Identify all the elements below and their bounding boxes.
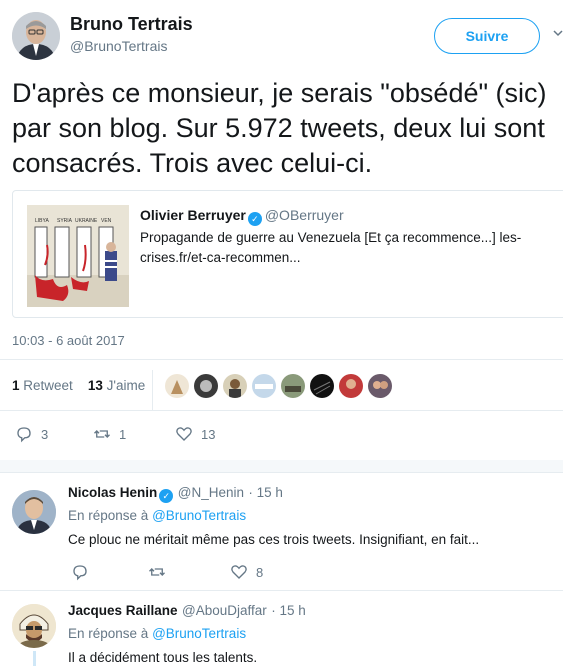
verified-icon: ✓: [159, 489, 174, 503]
reply-context-prefix: En réponse à: [68, 508, 149, 523]
chevron-down-icon[interactable]: [553, 26, 563, 40]
quoted-author[interactable]: Olivier Berruyer ✓ @OBerruyer: [140, 207, 344, 226]
tweet-stats: 1 Retweet 13 J'aime: [12, 378, 145, 393]
like-button[interactable]: 13: [175, 425, 215, 443]
reply-header: Jacques Raillane @AbouDjaffar · 15 h: [68, 602, 306, 620]
reply-text: Il a décidément tous les talents.: [68, 650, 258, 665]
image-label-ukraine: UKRAINE: [75, 218, 98, 224]
heart-icon: [231, 565, 247, 579]
quoted-tweet-card[interactable]: LIBYA SYRIA UKRAINE VEN Olivier Berruyer…: [12, 190, 563, 318]
liker-avatar[interactable]: [368, 374, 392, 398]
liker-avatar[interactable]: [223, 374, 247, 398]
liker-avatar[interactable]: [339, 374, 363, 398]
stats-separator: [152, 370, 153, 410]
reply-context-prefix: En réponse à: [68, 626, 149, 641]
follow-button[interactable]: Suivre: [434, 18, 540, 54]
retweet-count: 1: [119, 426, 127, 442]
heart-icon: [176, 427, 192, 441]
liker-avatar[interactable]: [165, 374, 189, 398]
tweet-timestamp[interactable]: 10:03 - 6 août 2017: [12, 333, 125, 348]
reply-context: En réponse à @BrunoTertrais: [68, 626, 246, 641]
reply-icon: [73, 565, 87, 581]
reply-header: Nicolas Henin ✓ @N_Henin · 15 h: [68, 484, 283, 503]
divider: [0, 472, 563, 473]
liker-avatar[interactable]: [194, 374, 218, 398]
image-label-libya: LIBYA: [35, 218, 49, 224]
like-stat[interactable]: 13 J'aime: [88, 378, 145, 393]
author-avatar[interactable]: [12, 12, 60, 60]
reply-like-button[interactable]: 8: [230, 563, 263, 581]
reply-time[interactable]: · 15 h: [248, 485, 283, 500]
reply-context-user[interactable]: @BrunoTertrais: [152, 508, 246, 523]
liker-avatar[interactable]: [252, 374, 276, 398]
retweet-stat-label: Retweet: [23, 378, 73, 393]
retweet-icon: [149, 568, 165, 576]
reply-author-handle[interactable]: @AbouDjaffar: [182, 603, 267, 618]
reply-context: En réponse à @BrunoTertrais: [68, 508, 246, 523]
reply-avatar[interactable]: [12, 604, 56, 648]
reply-count: 3: [41, 426, 49, 442]
retweet-stat[interactable]: 1 Retweet: [12, 378, 73, 393]
retweet-icon: [94, 430, 110, 438]
reply-author-name[interactable]: Nicolas Henin: [68, 485, 157, 500]
reply-retweet-button[interactable]: [148, 563, 166, 581]
tweet-text: D'après ce monsieur, je serais "obsédé" …: [12, 78, 547, 178]
reply-time[interactable]: · 15 h: [271, 603, 306, 618]
quoted-tweet-image[interactable]: LIBYA SYRIA UKRAINE VEN: [27, 205, 129, 307]
reply-button[interactable]: 3: [15, 425, 48, 443]
reply-icon: [17, 427, 31, 443]
reply-author-handle[interactable]: @N_Henin: [178, 485, 244, 500]
quoted-author-handle[interactable]: @OBerruyer: [265, 207, 344, 223]
image-label-syria: SYRIA: [57, 218, 73, 224]
author-handle[interactable]: @BrunoTertrais: [70, 38, 167, 54]
quoted-author-name[interactable]: Olivier Berruyer: [140, 207, 246, 223]
liker-avatar[interactable]: [310, 374, 334, 398]
author-name[interactable]: Bruno Tertrais: [70, 14, 193, 35]
reply-text: Ce plouc ne méritait même pas ces trois …: [68, 532, 480, 547]
retweet-stat-count: 1: [12, 378, 20, 393]
liker-avatar[interactable]: [281, 374, 305, 398]
like-count: 13: [201, 426, 216, 442]
thread-line: [33, 651, 36, 666]
reply-author-name[interactable]: Jacques Raillane: [68, 603, 178, 618]
image-label-ven: VEN: [101, 218, 112, 224]
verified-icon: ✓: [247, 212, 262, 226]
section-gap: [0, 460, 563, 472]
reply-context-user[interactable]: @BrunoTertrais: [152, 626, 246, 641]
divider: [0, 590, 563, 591]
reply-avatar[interactable]: [12, 490, 56, 534]
like-stat-label: J'aime: [106, 378, 146, 393]
reply-reply-button[interactable]: [71, 563, 89, 581]
retweet-button[interactable]: 1: [93, 425, 126, 443]
reply-like-count: 8: [256, 564, 264, 580]
divider: [0, 359, 563, 360]
divider: [0, 410, 563, 411]
like-stat-count: 13: [87, 378, 103, 393]
quoted-tweet-text: Propagande de guerre au Venezuela [Et ça…: [140, 230, 522, 265]
